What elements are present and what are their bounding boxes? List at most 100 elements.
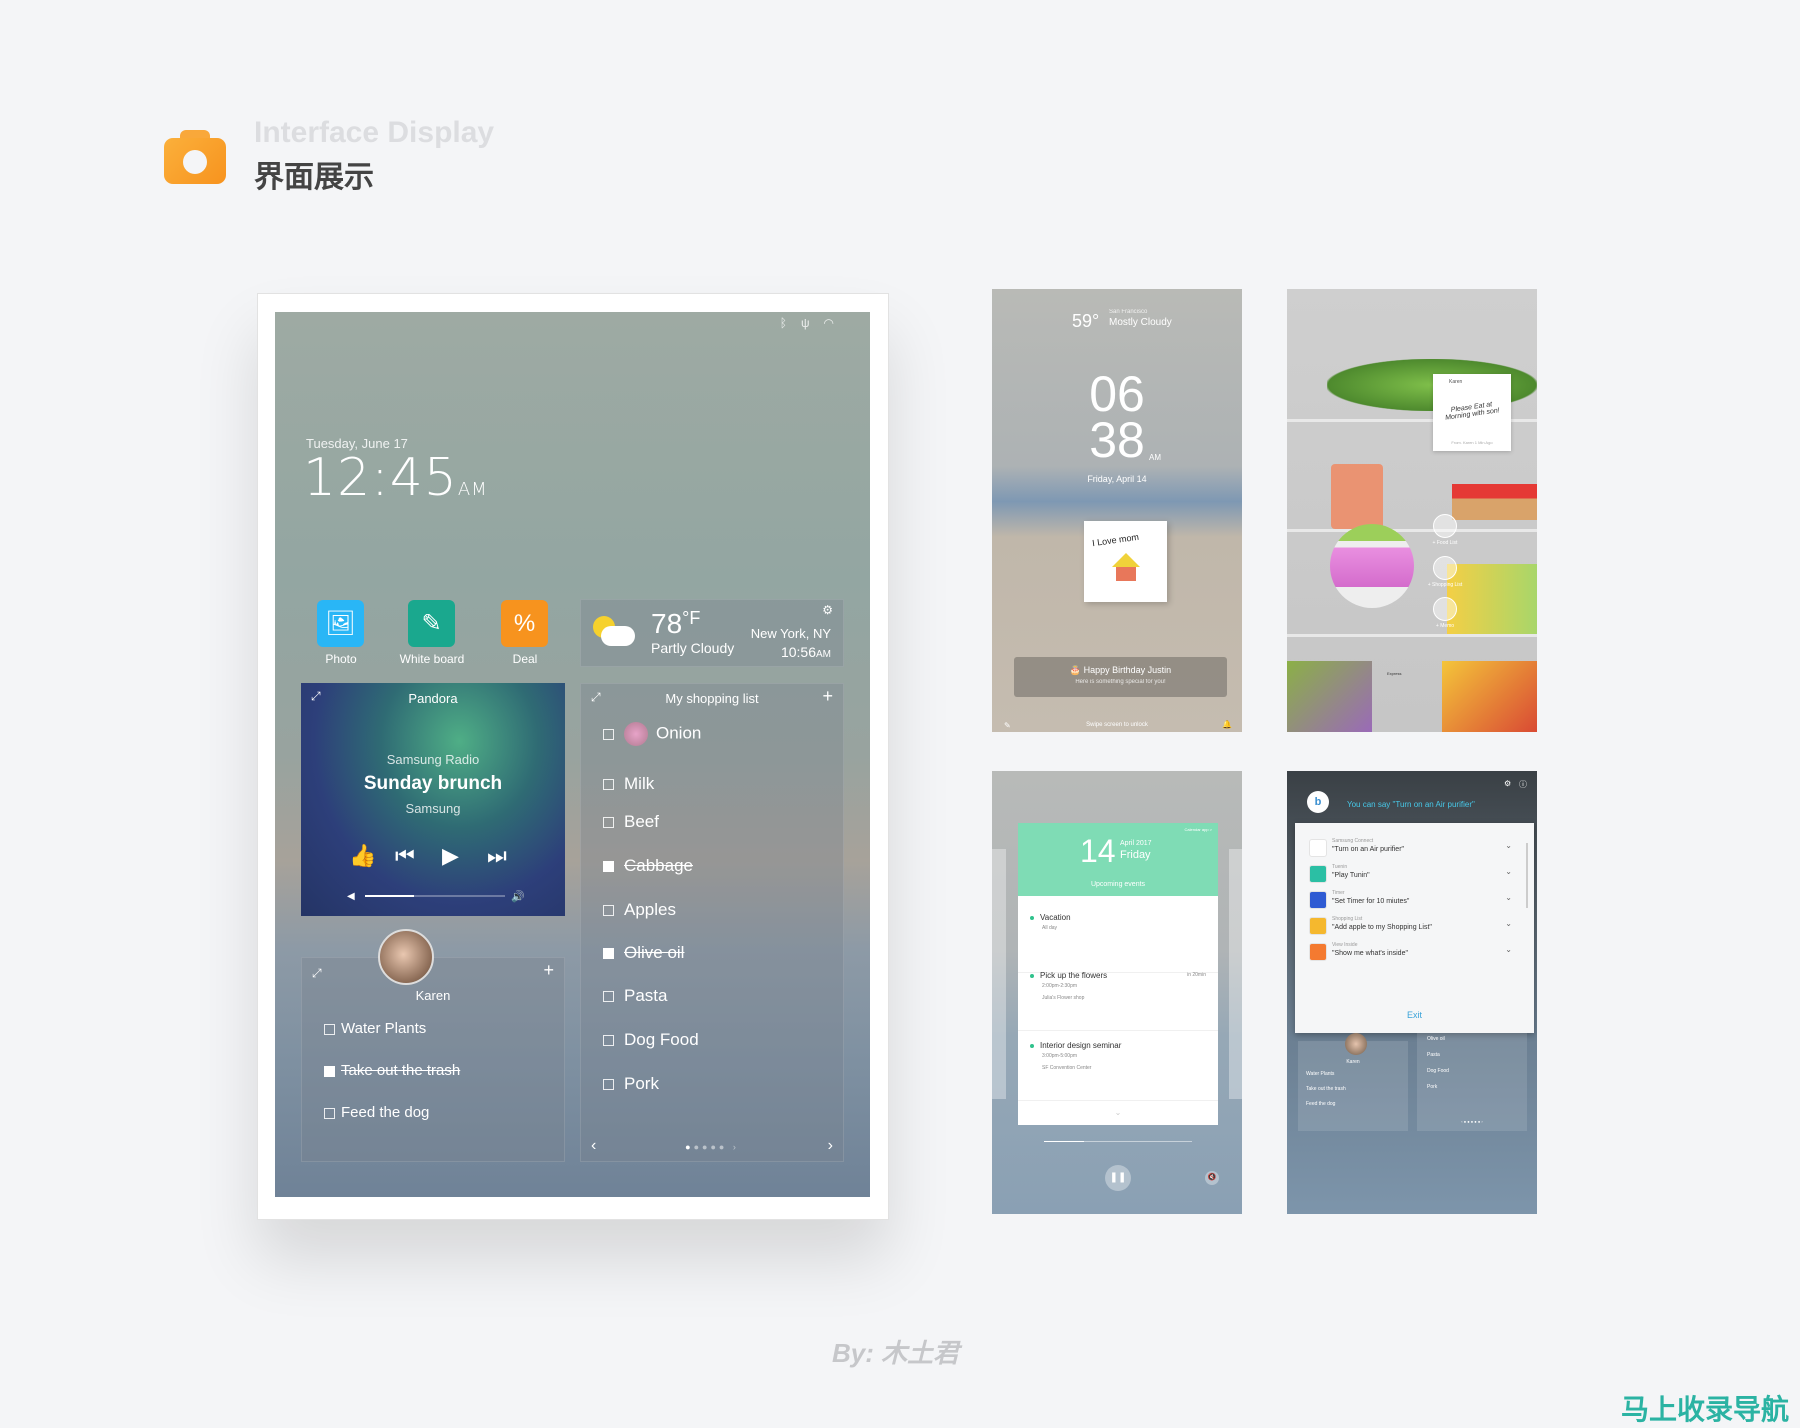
voice-command-item[interactable]: Shopping List "Add apple to my Shopping L… bbox=[1295, 915, 1534, 939]
checkbox[interactable] bbox=[603, 861, 614, 873]
chevron-down-icon[interactable]: ⌄ bbox=[1505, 893, 1512, 902]
checkbox[interactable] bbox=[603, 817, 614, 829]
prev-card bbox=[992, 849, 1006, 1099]
weather-unit: °F bbox=[682, 608, 701, 628]
calendar-card[interactable]: Calendar app > 14 April 2017 Friday Upco… bbox=[1018, 823, 1218, 1125]
voice-command-item[interactable]: Timer "Set Timer for 10 miutes" ⌄ bbox=[1295, 889, 1534, 913]
task-item[interactable]: Water Plants bbox=[324, 1020, 426, 1037]
bixby-icon[interactable]: b bbox=[1307, 791, 1329, 813]
scrollbar[interactable] bbox=[1526, 843, 1528, 908]
app-photo[interactable]: 🖼 bbox=[317, 600, 364, 647]
exit-button[interactable]: Exit bbox=[1295, 1010, 1534, 1020]
avatar[interactable] bbox=[378, 929, 434, 985]
checkbox[interactable] bbox=[603, 1035, 614, 1047]
checkbox[interactable] bbox=[603, 948, 614, 960]
note-text: I Love mom bbox=[1091, 531, 1140, 549]
next-icon[interactable]: ⏭ bbox=[487, 843, 507, 869]
checkbox[interactable] bbox=[324, 1107, 335, 1119]
item-label: Beef bbox=[624, 812, 659, 831]
add-icon[interactable]: + bbox=[543, 960, 554, 981]
chevron-down-icon[interactable]: ⌄ bbox=[1505, 867, 1512, 876]
action-label: + Food List bbox=[1432, 540, 1458, 546]
bell-icon[interactable]: 🔔 bbox=[1222, 720, 1232, 729]
home-screen: ᛒψ◠ Tuesday, June 17 12:45AM 🖼 Photo ✎ Whit… bbox=[275, 312, 870, 1197]
checkbox[interactable] bbox=[603, 779, 614, 791]
chevron-down-icon[interactable]: ⌄ bbox=[1505, 841, 1512, 850]
task-item[interactable]: Take out the trash bbox=[1306, 1086, 1346, 1092]
action-button-2[interactable] bbox=[1433, 597, 1457, 621]
list-item[interactable]: Olive oil bbox=[1427, 1036, 1445, 1042]
chevron-down-icon[interactable]: ⌄ bbox=[1018, 1108, 1218, 1117]
app-white-board[interactable]: ✎ bbox=[408, 600, 455, 647]
item-label: Cabbage bbox=[624, 856, 694, 875]
voice-command-item[interactable]: Tuenin "Play Tunin" ⌄ bbox=[1295, 863, 1534, 887]
list-item[interactable]: Cabbage bbox=[603, 856, 693, 876]
app-deal[interactable]: % bbox=[501, 600, 548, 647]
list-item[interactable]: Pork bbox=[1427, 1084, 1437, 1090]
checkbox[interactable] bbox=[603, 1079, 614, 1091]
expand-icon[interactable]: ⤢ bbox=[312, 966, 322, 981]
item-label: Milk bbox=[624, 774, 655, 793]
calendar-app-link[interactable]: Calendar app > bbox=[1185, 827, 1212, 832]
voice-command-item[interactable]: Samsung Connect "Turn on an Air purifier"… bbox=[1295, 837, 1534, 861]
chevron-down-icon[interactable]: ⌄ bbox=[1505, 945, 1512, 954]
list-item[interactable]: Dog Food bbox=[1427, 1068, 1449, 1074]
lock-screen: 59° San Francisco Mostly Cloudy 06 38 AM… bbox=[992, 289, 1242, 732]
item-label: Olive oil bbox=[624, 943, 685, 962]
list-item[interactable]: Pork bbox=[603, 1074, 659, 1094]
thumbs-up-icon[interactable]: 👍 bbox=[349, 843, 376, 869]
weather-condition: Partly Cloudy bbox=[651, 640, 735, 656]
gear-icon[interactable]: ⚙ bbox=[822, 603, 833, 617]
checkbox[interactable] bbox=[603, 991, 614, 1003]
play-icon[interactable]: ▶ bbox=[442, 843, 459, 869]
volume-slider[interactable] bbox=[365, 895, 505, 897]
checkbox[interactable] bbox=[603, 728, 614, 740]
plus-icon bbox=[1309, 865, 1327, 883]
task-item[interactable]: Water Plants bbox=[1306, 1071, 1334, 1077]
next-card bbox=[1229, 849, 1242, 1099]
previous-icon[interactable]: ⏮ bbox=[395, 843, 415, 869]
usb-icon: ψ bbox=[800, 316, 824, 330]
weather-widget[interactable]: 78°F Partly Cloudy ⚙ New York, NY 10:56A… bbox=[580, 599, 844, 667]
memo-note[interactable]: Karen Please Eat at Morning with son! Fr… bbox=[1433, 374, 1511, 451]
checkbox[interactable] bbox=[324, 1065, 335, 1077]
zoom-magnifier[interactable] bbox=[1330, 524, 1414, 608]
help-icon[interactable]: ⓘ bbox=[1519, 779, 1527, 790]
event-item[interactable]: Pick up the flowers 2:00pm-2:30pm Julia's … bbox=[1018, 971, 1218, 1031]
task-item[interactable]: Feed the dog bbox=[1306, 1101, 1335, 1107]
list-item[interactable]: Milk bbox=[603, 774, 654, 794]
checkbox[interactable] bbox=[324, 1023, 335, 1035]
list-item[interactable]: Onion bbox=[603, 722, 701, 746]
pause-button[interactable]: ❚❚ bbox=[1105, 1165, 1131, 1191]
voice-command-text: "Show me what's inside" bbox=[1332, 950, 1408, 957]
list-item[interactable]: Olive oil bbox=[603, 943, 684, 963]
sticky-note[interactable]: I Love mom bbox=[1084, 521, 1167, 602]
event-time: All day bbox=[1042, 925, 1058, 931]
voice-command-text: "Play Tunin" bbox=[1332, 872, 1370, 879]
list-item[interactable]: Dog Food bbox=[603, 1030, 699, 1050]
event-item[interactable]: Vacation All day bbox=[1018, 913, 1218, 973]
house-body bbox=[1116, 567, 1136, 581]
page-indicator bbox=[1044, 1141, 1192, 1142]
task-label: Feed the dog bbox=[341, 1104, 430, 1121]
event-item[interactable]: Interior design seminar 3:00pm-5:00pm SF C… bbox=[1018, 1041, 1218, 1101]
tart-image bbox=[1452, 484, 1537, 520]
add-icon[interactable]: + bbox=[822, 686, 833, 707]
pandora-widget[interactable]: ⤢ Pandora Samsung Radio Sunday brunch Sa… bbox=[301, 683, 565, 916]
task-item[interactable]: Take out the trash bbox=[324, 1062, 460, 1079]
list-item[interactable]: Beef bbox=[603, 812, 659, 832]
list-item[interactable]: Apples bbox=[603, 900, 676, 920]
action-button-0[interactable] bbox=[1433, 514, 1457, 538]
unlock-hint: Swipe screen to unlock bbox=[1086, 722, 1148, 728]
task-item[interactable]: Feed the dog bbox=[324, 1104, 429, 1121]
action-button-1[interactable] bbox=[1433, 556, 1457, 580]
list-item[interactable]: Pasta bbox=[603, 986, 667, 1006]
chevron-right-icon[interactable]: › bbox=[828, 1137, 833, 1155]
mute-icon[interactable]: 🔇 bbox=[1205, 1171, 1219, 1185]
voice-command-item[interactable]: View Inside "Show me what's inside" ⌄ bbox=[1295, 941, 1534, 965]
checkbox[interactable] bbox=[603, 905, 614, 917]
birthday-banner[interactable]: 🎂 Happy Birthday Justin Here is somethin… bbox=[1014, 657, 1227, 697]
list-item[interactable]: Pasta bbox=[1427, 1052, 1440, 1058]
gear-icon[interactable]: ⚙ bbox=[1504, 779, 1511, 788]
chevron-down-icon[interactable]: ⌄ bbox=[1505, 919, 1512, 928]
